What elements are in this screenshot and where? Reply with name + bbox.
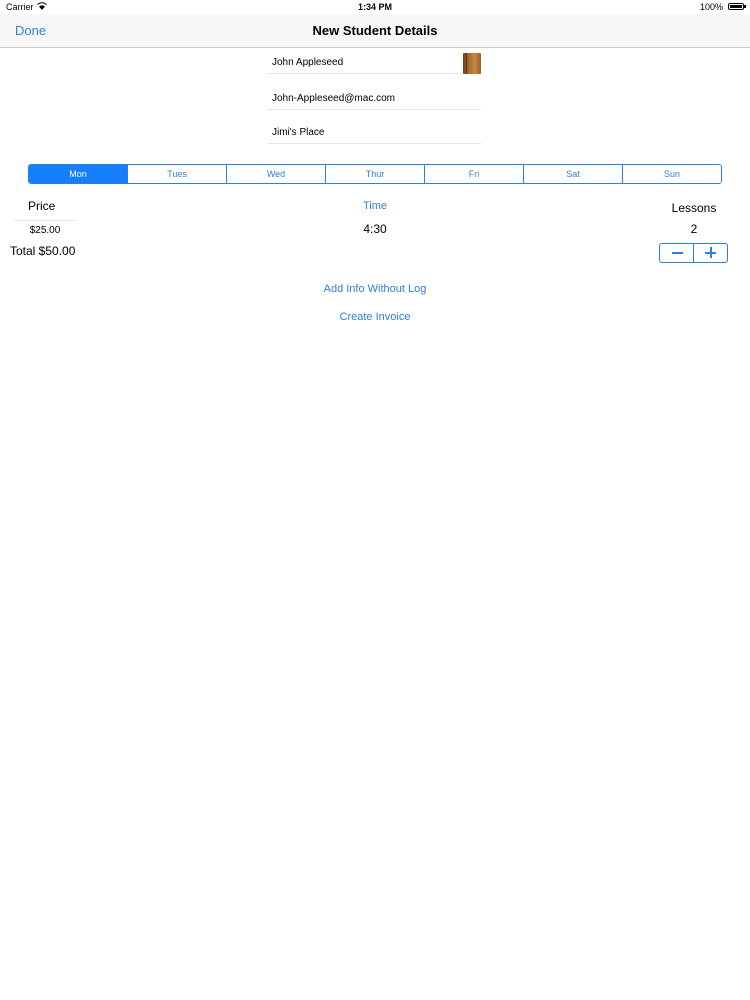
day-segmented-control: Mon Tues Wed Thur Fri Sat Sun [28, 164, 722, 184]
minus-icon[interactable] [660, 244, 693, 262]
add-info-without-log-button[interactable]: Add Info Without Log [0, 283, 750, 295]
page-title: New Student Details [312, 23, 438, 38]
segment-wed[interactable]: Wed [226, 165, 325, 183]
email-field[interactable] [267, 88, 481, 110]
name-field[interactable] [267, 52, 481, 74]
create-invoice-button[interactable]: Create Invoice [0, 311, 750, 323]
battery-icon [728, 3, 746, 10]
lessons-stepper [659, 243, 728, 263]
segment-sun[interactable]: Sun [622, 165, 721, 183]
status-bar: Carrier 1:34 PM 100% [0, 0, 750, 14]
segment-tues[interactable]: Tues [127, 165, 226, 183]
clock: 1:34 PM [357, 2, 392, 12]
segment-fri[interactable]: Fri [424, 165, 523, 183]
segment-mon[interactable]: Mon [29, 165, 127, 183]
segment-thur[interactable]: Thur [325, 165, 424, 183]
location-field[interactable] [267, 122, 481, 144]
contacts-book-icon[interactable] [463, 53, 481, 74]
lessons-count: 2 [690, 222, 698, 236]
time-button[interactable]: Time [0, 200, 750, 212]
time-value: 4:30 [363, 222, 387, 236]
total-label: Total $50.00 [10, 244, 76, 258]
lessons-label: Lessons [671, 201, 717, 215]
battery-percentage: 100% [699, 2, 723, 12]
plus-icon[interactable] [693, 244, 727, 262]
segment-sat[interactable]: Sat [523, 165, 622, 183]
navigation-bar: Done New Student Details [0, 14, 750, 48]
